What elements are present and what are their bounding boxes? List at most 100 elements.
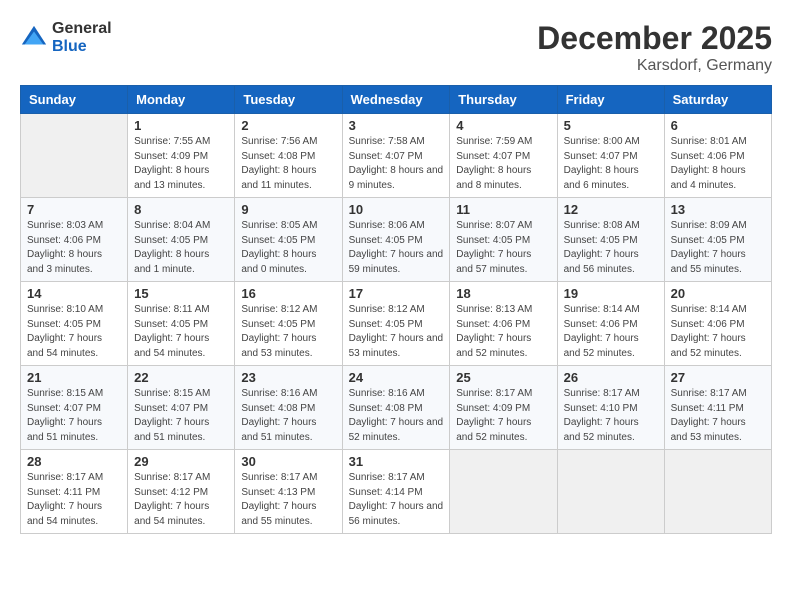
header-day-thursday: Thursday xyxy=(450,86,557,114)
calendar-cell: 4 Sunrise: 7:59 AMSunset: 4:07 PMDaylight… xyxy=(450,114,557,198)
day-info: Sunrise: 8:17 AMSunset: 4:11 PMDaylight:… xyxy=(27,471,121,529)
calendar-cell: 28 Sunrise: 8:17 AMSunset: 4:11 PMDayligh… xyxy=(21,450,128,534)
logo-text: General Blue xyxy=(52,20,112,55)
calendar-cell: 5 Sunrise: 8:00 AMSunset: 4:07 PMDaylight… xyxy=(557,114,664,198)
day-number: 29 xyxy=(134,454,228,469)
day-number: 13 xyxy=(671,202,765,217)
day-info: Sunrise: 8:15 AMSunset: 4:07 PMDaylight:… xyxy=(27,387,121,445)
calendar-cell: 13 Sunrise: 8:09 AMSunset: 4:05 PMDayligh… xyxy=(664,198,771,282)
calendar-cell: 2 Sunrise: 7:56 AMSunset: 4:08 PMDaylight… xyxy=(235,114,342,198)
location: Karsdorf, Germany xyxy=(537,57,772,75)
calendar-table: SundayMondayTuesdayWednesdayThursdayFrid… xyxy=(20,85,772,534)
calendar-cell: 12 Sunrise: 8:08 AMSunset: 4:05 PMDayligh… xyxy=(557,198,664,282)
calendar-cell: 1Sunrise: 7:55 AMSunset: 4:09 PMDaylight… xyxy=(128,114,235,198)
day-number: 28 xyxy=(27,454,121,469)
calendar-header-row: SundayMondayTuesdayWednesdayThursdayFrid… xyxy=(21,86,772,114)
calendar-cell: 30Sunrise: 8:17 AMSunset: 4:13 PMDayligh… xyxy=(235,450,342,534)
calendar-cell xyxy=(664,450,771,534)
day-info: Sunrise: 8:08 AMSunset: 4:05 PMDaylight:… xyxy=(564,219,658,277)
day-info: Sunrise: 8:17 AMSunset: 4:10 PMDaylight:… xyxy=(564,387,658,445)
day-info: Sunrise: 8:09 AMSunset: 4:05 PMDaylight:… xyxy=(671,219,765,277)
day-number: 25 xyxy=(456,370,550,385)
logo-general-text: General xyxy=(52,20,112,38)
day-info: Sunrise: 8:17 AMSunset: 4:14 PMDaylight:… xyxy=(349,471,444,529)
day-number: 8 xyxy=(134,202,228,217)
calendar-week-2: 7Sunrise: 8:03 AMSunset: 4:06 PMDaylight… xyxy=(21,198,772,282)
calendar-cell: 16 Sunrise: 8:12 AMSunset: 4:05 PMDayligh… xyxy=(235,282,342,366)
logo-blue-text: Blue xyxy=(52,38,112,56)
day-number: 22 xyxy=(134,370,228,385)
calendar-cell: 9 Sunrise: 8:05 AMSunset: 4:05 PMDaylight… xyxy=(235,198,342,282)
day-number: 6 xyxy=(671,118,765,133)
calendar-cell: 14Sunrise: 8:10 AMSunset: 4:05 PMDayligh… xyxy=(21,282,128,366)
day-number: 18 xyxy=(456,286,550,301)
day-number: 31 xyxy=(349,454,444,469)
calendar-cell: 29Sunrise: 8:17 AMSunset: 4:12 PMDayligh… xyxy=(128,450,235,534)
title-area: December 2025 Karsdorf, Germany xyxy=(537,20,772,75)
calendar-cell: 18 Sunrise: 8:13 AMSunset: 4:06 PMDayligh… xyxy=(450,282,557,366)
logo: General Blue xyxy=(20,20,112,55)
calendar-cell: 20 Sunrise: 8:14 AMSunset: 4:06 PMDayligh… xyxy=(664,282,771,366)
day-info: Sunrise: 7:59 AMSunset: 4:07 PMDaylight:… xyxy=(456,135,550,193)
day-info: Sunrise: 8:00 AMSunset: 4:07 PMDaylight:… xyxy=(564,135,658,193)
calendar-cell: 6 Sunrise: 8:01 AMSunset: 4:06 PMDaylight… xyxy=(664,114,771,198)
calendar-cell xyxy=(450,450,557,534)
day-info: Sunrise: 7:58 AMSunset: 4:07 PMDaylight:… xyxy=(349,135,444,193)
day-info: Sunrise: 8:14 AMSunset: 4:06 PMDaylight:… xyxy=(564,303,658,361)
calendar-cell: 27 Sunrise: 8:17 AMSunset: 4:11 PMDayligh… xyxy=(664,366,771,450)
day-info: Sunrise: 8:17 AMSunset: 4:11 PMDaylight:… xyxy=(671,387,765,445)
day-info: Sunrise: 8:10 AMSunset: 4:05 PMDaylight:… xyxy=(27,303,121,361)
calendar-cell: 25Sunrise: 8:17 AMSunset: 4:09 PMDayligh… xyxy=(450,366,557,450)
day-number: 4 xyxy=(456,118,550,133)
calendar-cell: 10 Sunrise: 8:06 AMSunset: 4:05 PMDayligh… xyxy=(342,198,450,282)
day-number: 12 xyxy=(564,202,658,217)
day-info: Sunrise: 8:12 AMSunset: 4:05 PMDaylight:… xyxy=(349,303,444,361)
day-info: Sunrise: 7:55 AMSunset: 4:09 PMDaylight:… xyxy=(134,135,228,193)
day-number: 17 xyxy=(349,286,444,301)
calendar-cell: 17 Sunrise: 8:12 AMSunset: 4:05 PMDayligh… xyxy=(342,282,450,366)
header-day-wednesday: Wednesday xyxy=(342,86,450,114)
calendar-cell: 21 Sunrise: 8:15 AMSunset: 4:07 PMDayligh… xyxy=(21,366,128,450)
calendar-week-1: 1Sunrise: 7:55 AMSunset: 4:09 PMDaylight… xyxy=(21,114,772,198)
page-header: General Blue December 2025 Karsdorf, Ger… xyxy=(20,20,772,75)
day-number: 30 xyxy=(241,454,335,469)
day-info: Sunrise: 8:05 AMSunset: 4:05 PMDaylight:… xyxy=(241,219,335,277)
calendar-cell: 3Sunrise: 7:58 AMSunset: 4:07 PMDaylight… xyxy=(342,114,450,198)
calendar-cell: 23Sunrise: 8:16 AMSunset: 4:08 PMDayligh… xyxy=(235,366,342,450)
day-number: 2 xyxy=(241,118,335,133)
header-day-saturday: Saturday xyxy=(664,86,771,114)
day-number: 7 xyxy=(27,202,121,217)
day-info: Sunrise: 8:01 AMSunset: 4:06 PMDaylight:… xyxy=(671,135,765,193)
day-number: 27 xyxy=(671,370,765,385)
day-number: 11 xyxy=(456,202,550,217)
day-number: 16 xyxy=(241,286,335,301)
calendar-cell: 24Sunrise: 8:16 AMSunset: 4:08 PMDayligh… xyxy=(342,366,450,450)
header-day-friday: Friday xyxy=(557,86,664,114)
calendar-cell xyxy=(21,114,128,198)
logo-icon xyxy=(20,24,48,52)
day-info: Sunrise: 8:13 AMSunset: 4:06 PMDaylight:… xyxy=(456,303,550,361)
day-number: 10 xyxy=(349,202,444,217)
calendar-week-4: 21 Sunrise: 8:15 AMSunset: 4:07 PMDayligh… xyxy=(21,366,772,450)
day-info: Sunrise: 8:07 AMSunset: 4:05 PMDaylight:… xyxy=(456,219,550,277)
day-info: Sunrise: 8:14 AMSunset: 4:06 PMDaylight:… xyxy=(671,303,765,361)
day-number: 5 xyxy=(564,118,658,133)
day-number: 23 xyxy=(241,370,335,385)
day-info: Sunrise: 7:56 AMSunset: 4:08 PMDaylight:… xyxy=(241,135,335,193)
calendar-cell: 15Sunrise: 8:11 AMSunset: 4:05 PMDayligh… xyxy=(128,282,235,366)
calendar-cell: 26Sunrise: 8:17 AMSunset: 4:10 PMDayligh… xyxy=(557,366,664,450)
day-info: Sunrise: 8:15 AMSunset: 4:07 PMDaylight:… xyxy=(134,387,228,445)
calendar-cell: 31 Sunrise: 8:17 AMSunset: 4:14 PMDayligh… xyxy=(342,450,450,534)
calendar-cell: 22 Sunrise: 8:15 AMSunset: 4:07 PMDayligh… xyxy=(128,366,235,450)
header-day-tuesday: Tuesday xyxy=(235,86,342,114)
calendar-week-3: 14Sunrise: 8:10 AMSunset: 4:05 PMDayligh… xyxy=(21,282,772,366)
day-info: Sunrise: 8:04 AMSunset: 4:05 PMDaylight:… xyxy=(134,219,228,277)
day-info: Sunrise: 8:06 AMSunset: 4:05 PMDaylight:… xyxy=(349,219,444,277)
day-info: Sunrise: 8:12 AMSunset: 4:05 PMDaylight:… xyxy=(241,303,335,361)
day-number: 9 xyxy=(241,202,335,217)
day-number: 19 xyxy=(564,286,658,301)
header-day-sunday: Sunday xyxy=(21,86,128,114)
day-number: 21 xyxy=(27,370,121,385)
day-info: Sunrise: 8:11 AMSunset: 4:05 PMDaylight:… xyxy=(134,303,228,361)
day-number: 20 xyxy=(671,286,765,301)
